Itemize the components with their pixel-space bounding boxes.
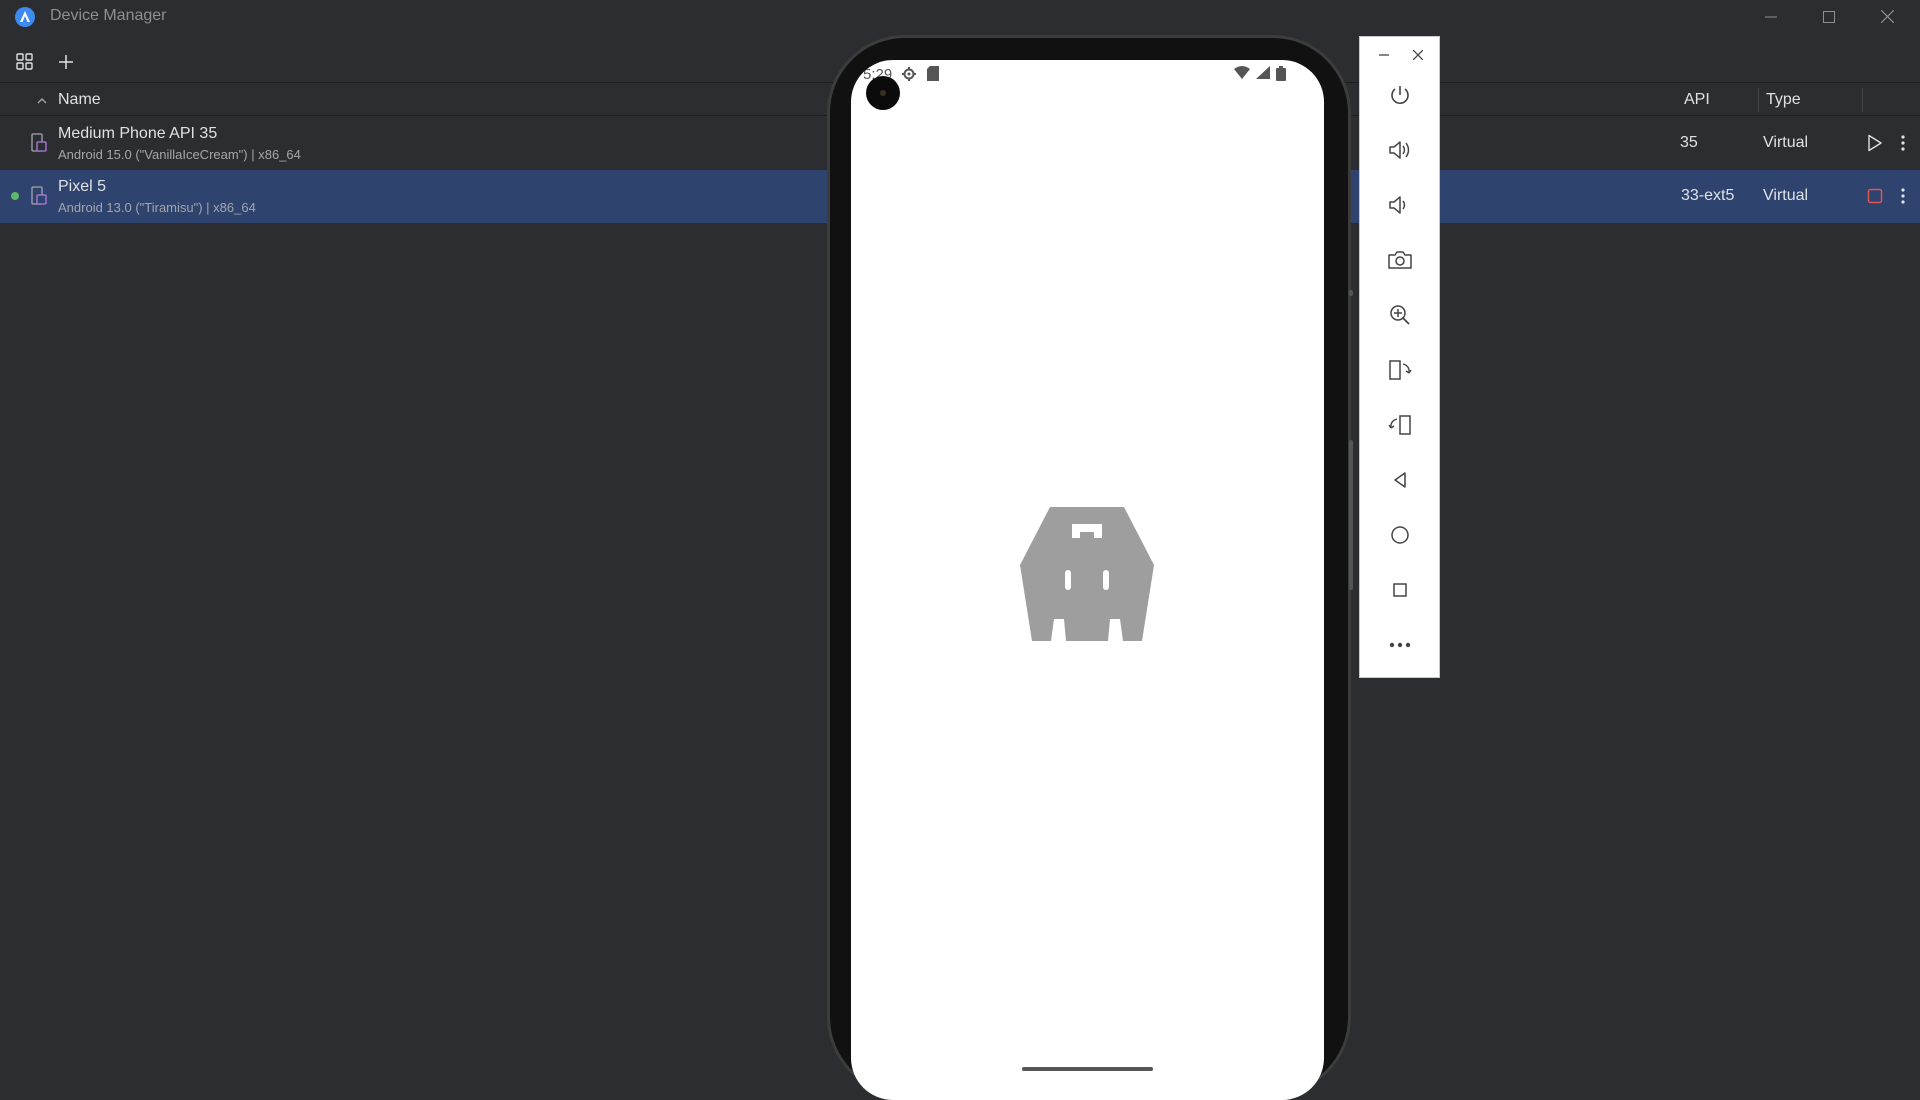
device-api: 33-ext5	[1681, 187, 1735, 204]
sd-card-icon	[927, 66, 939, 87]
overview-icon[interactable]	[1384, 574, 1416, 606]
window-title: Device Manager	[50, 7, 167, 24]
cell-signal-icon	[1256, 66, 1270, 86]
device-details: Android 13.0 ("Tiramisu") | x86_64	[58, 200, 256, 215]
rotate-right-icon[interactable]	[1384, 409, 1416, 441]
column-divider	[1862, 88, 1863, 112]
device-api: 35	[1680, 134, 1698, 151]
device-name: Medium Phone API 35	[58, 125, 218, 142]
volume-up-icon[interactable]	[1384, 134, 1416, 166]
phone-side-button	[1349, 290, 1353, 296]
status-icons-right	[1234, 66, 1286, 86]
device-name: Pixel 5	[58, 178, 107, 195]
minimize-emulator-icon[interactable]	[1374, 45, 1394, 65]
add-device-button[interactable]	[53, 49, 79, 75]
emulator-screen[interactable]: 5:29	[851, 60, 1324, 1100]
maximize-window-icon[interactable]	[1800, 0, 1858, 33]
close-emulator-icon[interactable]	[1408, 45, 1428, 65]
front-camera	[866, 76, 900, 110]
wifi-icon	[1234, 66, 1250, 86]
device-details: Android 15.0 ("VanillaIceCream") | x86_6…	[58, 147, 301, 162]
cordova-logo-icon	[1020, 507, 1154, 646]
sort-ascending-icon[interactable]	[37, 93, 47, 111]
volume-down-icon[interactable]	[1384, 189, 1416, 221]
minimize-window-icon[interactable]	[1742, 0, 1800, 33]
more-options-icon[interactable]	[1894, 185, 1912, 207]
android-studio-logo-icon	[15, 7, 35, 27]
column-header-api[interactable]: API	[1684, 91, 1710, 109]
phone-device-icon	[31, 133, 47, 158]
gesture-home-bar[interactable]	[1022, 1067, 1153, 1071]
title-bar: Device Manager	[0, 0, 1920, 33]
power-icon[interactable]	[1384, 79, 1416, 111]
phone-device-icon	[31, 186, 47, 211]
back-icon[interactable]	[1384, 464, 1416, 496]
column-header-name[interactable]: Name	[58, 91, 101, 109]
column-header-type[interactable]: Type	[1766, 91, 1801, 109]
device-type: Virtual	[1763, 134, 1809, 151]
rotate-left-icon[interactable]	[1384, 354, 1416, 386]
more-options-icon[interactable]	[1894, 132, 1912, 154]
close-window-icon[interactable]	[1858, 0, 1916, 33]
more-icon[interactable]	[1384, 629, 1416, 661]
device-type: Virtual	[1763, 187, 1809, 204]
emulator-toolbar	[1359, 36, 1440, 678]
status-icons-left	[901, 66, 939, 87]
phone-side-button	[1349, 440, 1353, 590]
stop-icon[interactable]	[1864, 185, 1886, 207]
running-status-indicator	[11, 192, 19, 200]
settings-notification-icon	[901, 66, 917, 87]
zoom-icon[interactable]	[1384, 299, 1416, 331]
play-icon[interactable]	[1864, 132, 1886, 154]
screenshot-icon[interactable]	[1384, 244, 1416, 276]
battery-icon	[1276, 66, 1286, 86]
home-icon[interactable]	[1384, 519, 1416, 551]
column-divider	[1758, 88, 1759, 112]
device-grid-icon[interactable]	[12, 49, 38, 75]
